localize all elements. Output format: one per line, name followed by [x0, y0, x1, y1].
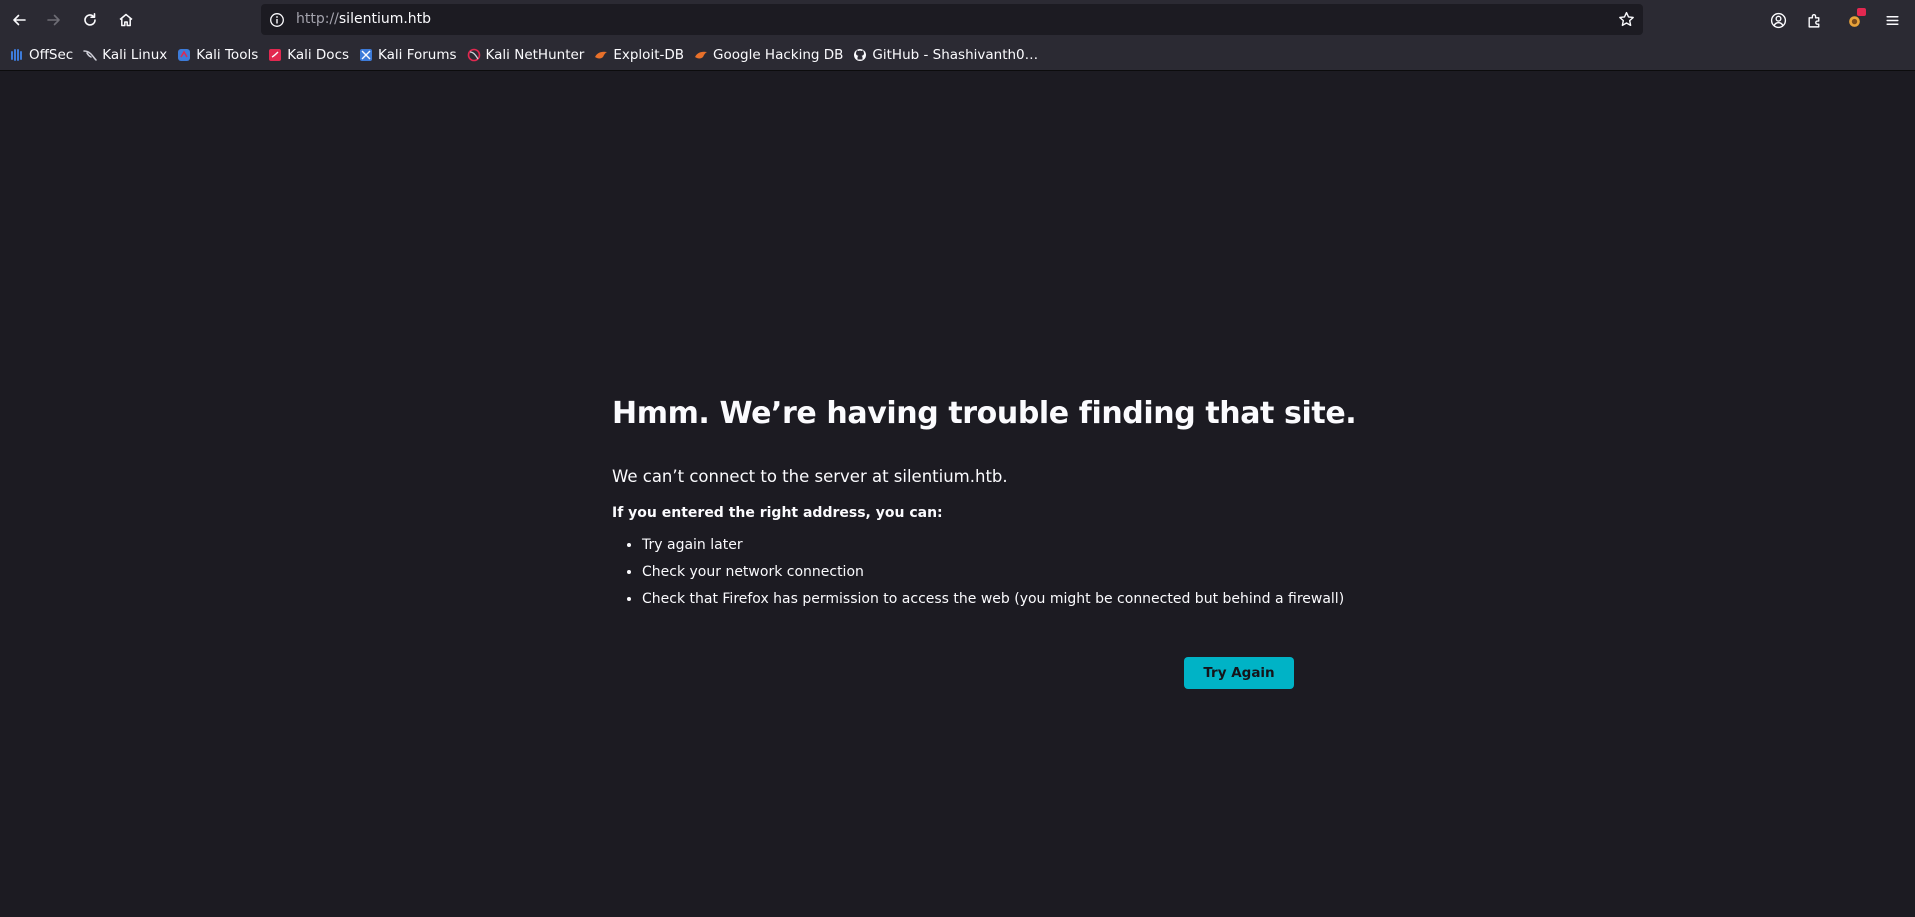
- app-menu-button[interactable]: [1876, 4, 1908, 36]
- bookmark-label: Kali NetHunter: [485, 46, 585, 63]
- bookmark-kali-forums[interactable]: Kali Forums: [355, 43, 461, 67]
- bookmark-label: Kali Linux: [102, 46, 168, 63]
- account-icon: [1770, 12, 1786, 28]
- site-info-icon[interactable]: [269, 12, 285, 28]
- reload-button[interactable]: [74, 4, 106, 36]
- error-subheading: If you entered the right address, you ca…: [612, 505, 943, 521]
- url-text[interactable]: http://silentium.htb: [296, 4, 431, 35]
- kali-forums-icon: [360, 48, 373, 61]
- extension-notification-badge: [1857, 8, 1866, 16]
- suggestion-item: Check your network connection: [642, 559, 1312, 586]
- bookmark-label: OffSec: [29, 46, 74, 63]
- url-scheme: http://: [296, 11, 339, 27]
- address-bar[interactable]: http://silentium.htb: [261, 4, 1643, 35]
- nethunter-icon: [467, 48, 480, 61]
- bookmark-kali-docs[interactable]: Kali Docs: [264, 43, 353, 67]
- try-again-button[interactable]: Try Again: [1184, 657, 1294, 689]
- kali-docs-icon: [269, 48, 282, 61]
- error-title: Hmm. We’re having trouble finding that s…: [612, 396, 1357, 431]
- kali-tools-icon: [178, 48, 191, 61]
- kali-dragon-icon: [83, 49, 97, 61]
- hamburger-menu-icon: [1885, 15, 1899, 25]
- back-button[interactable]: [3, 4, 35, 36]
- bookmark-label: Kali Docs: [287, 46, 350, 63]
- bookmark-star-icon[interactable]: [1618, 11, 1635, 28]
- bookmark-exploit-db[interactable]: Exploit-DB: [590, 43, 688, 67]
- suggestion-list: Try again later Check your network conne…: [612, 532, 1344, 613]
- bookmarks-toolbar: OffSec Kali Linux Kali Tools Kali Docs K…: [0, 40, 1915, 69]
- suggestion-item: Try again later: [642, 532, 1312, 559]
- extension-button[interactable]: [1838, 4, 1870, 36]
- bookmark-kali-linux[interactable]: Kali Linux: [79, 43, 171, 67]
- bookmark-label: Exploit-DB: [613, 46, 685, 63]
- bookmark-label: GitHub - Shashivanth0…: [872, 46, 1039, 63]
- bookmark-label: Google Hacking DB: [713, 46, 844, 63]
- offsec-icon: [11, 48, 22, 61]
- bookmark-kali-tools[interactable]: Kali Tools: [173, 43, 262, 67]
- extensions-icon: [1807, 13, 1819, 28]
- error-description: We can’t connect to the server at silent…: [612, 467, 1008, 486]
- back-arrow-icon: [13, 14, 26, 26]
- exploit-db-icon: [595, 51, 608, 58]
- navigation-toolbar: http://silentium.htb: [0, 0, 1915, 40]
- ghdb-icon: [695, 51, 708, 58]
- bookmark-github[interactable]: GitHub - Shashivanth0…: [849, 43, 1042, 67]
- error-page-content: Hmm. We’re having trouble finding that s…: [612, 396, 1357, 613]
- forward-button[interactable]: [38, 4, 70, 36]
- bookmark-kali-nethunter[interactable]: Kali NetHunter: [463, 43, 589, 67]
- home-icon: [119, 13, 133, 27]
- github-icon: [854, 48, 867, 61]
- bookmark-google-hacking-db[interactable]: Google Hacking DB: [690, 43, 847, 67]
- home-button[interactable]: [110, 4, 142, 36]
- bookmark-label: Kali Tools: [196, 46, 259, 63]
- browser-chrome: http://silentium.htb OffSec Kali Linux K…: [0, 0, 1915, 71]
- extensions-button[interactable]: [1798, 4, 1830, 36]
- bookmark-offsec[interactable]: OffSec: [6, 43, 77, 67]
- url-host: silentium.htb: [338, 11, 432, 27]
- suggestion-item: Check that Firefox has permission to acc…: [642, 586, 1344, 613]
- reload-icon: [84, 13, 96, 26]
- account-button[interactable]: [1762, 4, 1794, 36]
- bookmark-label: Kali Forums: [378, 46, 457, 63]
- forward-arrow-icon: [47, 14, 60, 26]
